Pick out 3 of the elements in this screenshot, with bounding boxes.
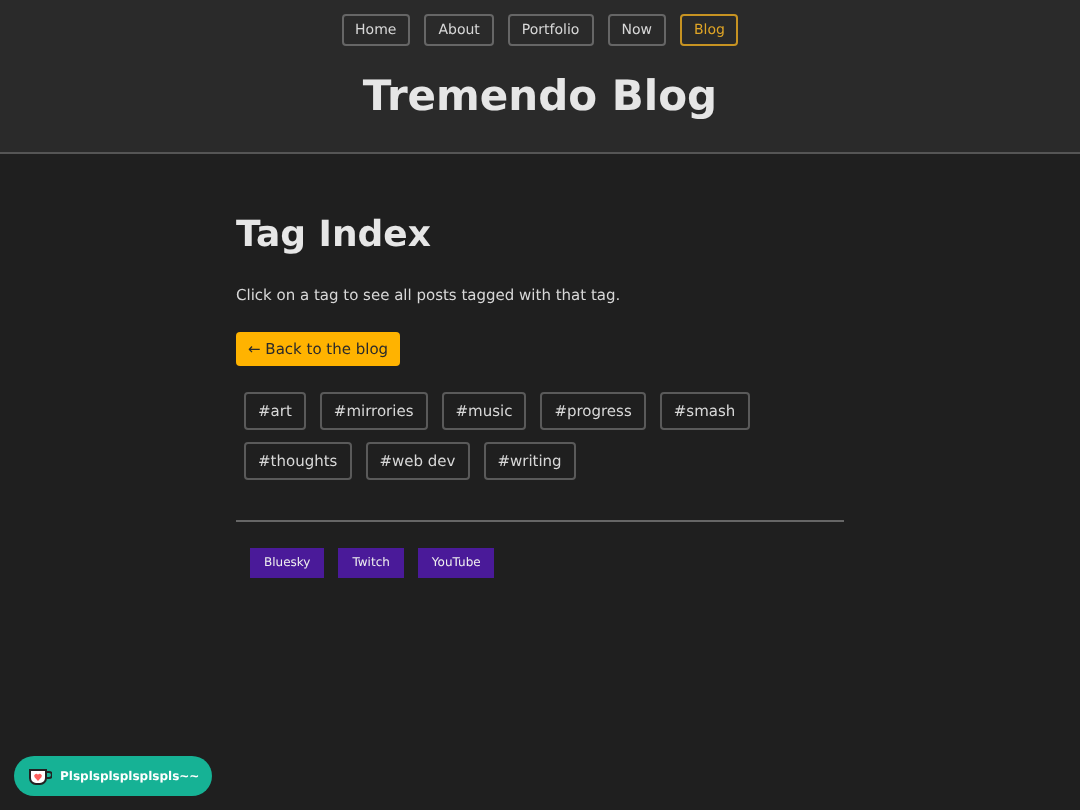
- cup-icon: [28, 765, 52, 787]
- page-heading: Tag Index: [236, 214, 433, 256]
- site-title: Tremendo Blog: [362, 72, 718, 120]
